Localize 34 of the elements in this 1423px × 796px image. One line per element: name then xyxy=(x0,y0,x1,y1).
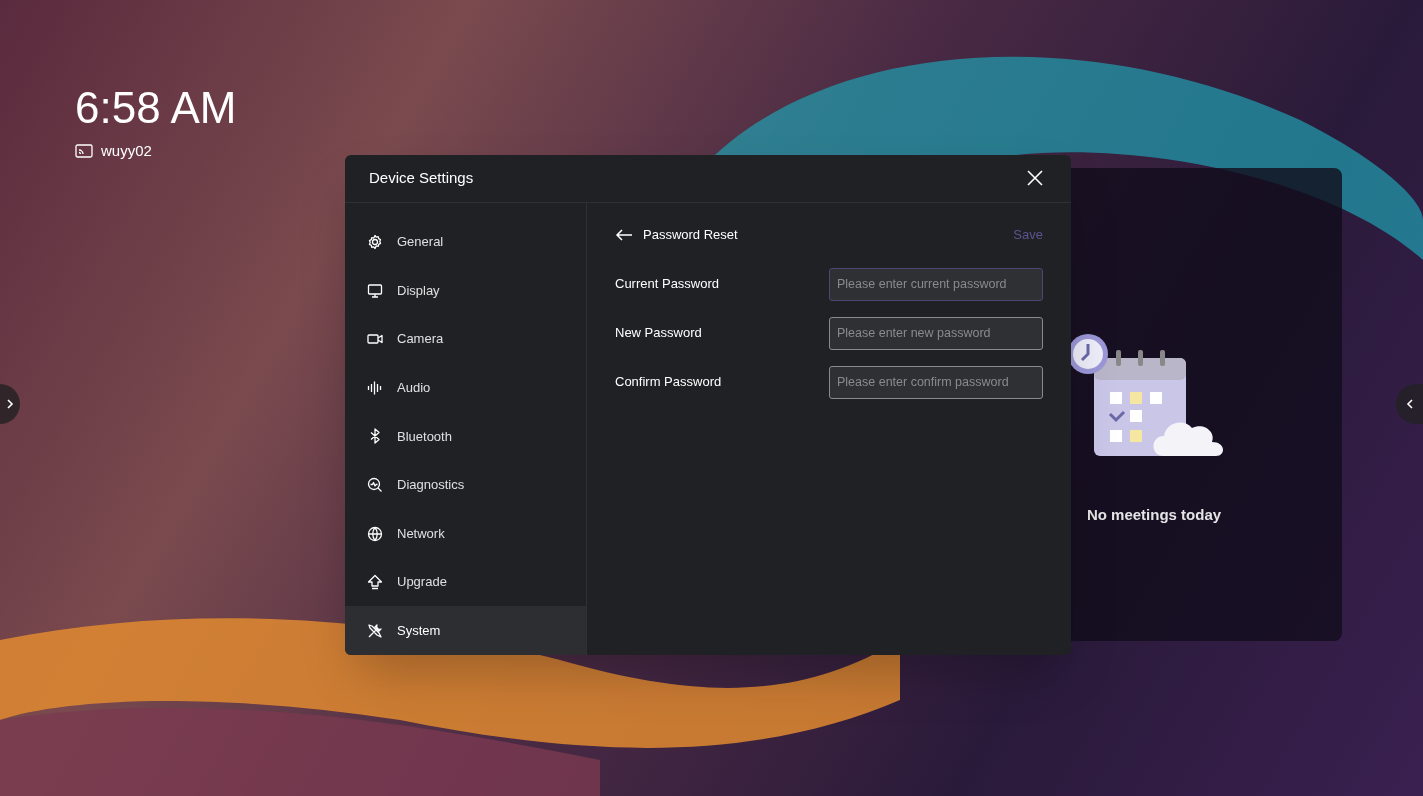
monitor-icon xyxy=(367,282,383,299)
sidebar-item[interactable]: Bluetooth xyxy=(345,412,586,461)
device-name: wuyy02 xyxy=(101,141,152,161)
field-label: Current Password xyxy=(615,275,720,294)
edge-handle[interactable] xyxy=(1396,384,1423,424)
sound-wave-icon xyxy=(367,379,383,396)
sidebar-item[interactable]: Upgrade xyxy=(345,557,586,607)
gear-icon xyxy=(367,233,383,250)
sidebar-item[interactable]: Audio xyxy=(345,363,586,413)
sidebar-item[interactable]: Camera xyxy=(345,314,586,364)
dialog-title: Device Settings xyxy=(369,168,474,189)
field-label: Confirm Password xyxy=(615,373,722,392)
sidebar-item[interactable]: System xyxy=(345,606,586,655)
clock-time: 6:58 AM xyxy=(75,84,237,132)
back-arrow-icon[interactable] xyxy=(615,228,633,241)
up-arrow-icon xyxy=(367,574,383,591)
password-field[interactable]: Please enter confirm password xyxy=(829,365,1043,399)
chevron-left-icon xyxy=(1405,399,1414,409)
close-icon xyxy=(1027,170,1043,187)
empty-state-message: No meetings today xyxy=(1086,505,1222,525)
page-title: Password Reset xyxy=(643,225,738,244)
password-field[interactable]: Please enter current password xyxy=(829,267,1043,301)
sidebar-item[interactable]: Network xyxy=(345,509,586,558)
sidebar-item[interactable]: Display xyxy=(345,266,586,315)
magnifier-pulse-icon xyxy=(367,476,383,493)
chevron-right-icon xyxy=(6,399,14,409)
sidebar-item[interactable]: Diagnostics xyxy=(345,460,586,510)
globe-icon xyxy=(367,525,383,542)
field-label: New Password xyxy=(615,324,702,343)
sidebar-item[interactable]: General xyxy=(345,217,586,267)
password-field[interactable]: Please enter new password xyxy=(829,316,1043,350)
tools-icon xyxy=(367,622,383,639)
edge-handle[interactable] xyxy=(0,384,20,424)
cast-icon xyxy=(75,144,93,159)
